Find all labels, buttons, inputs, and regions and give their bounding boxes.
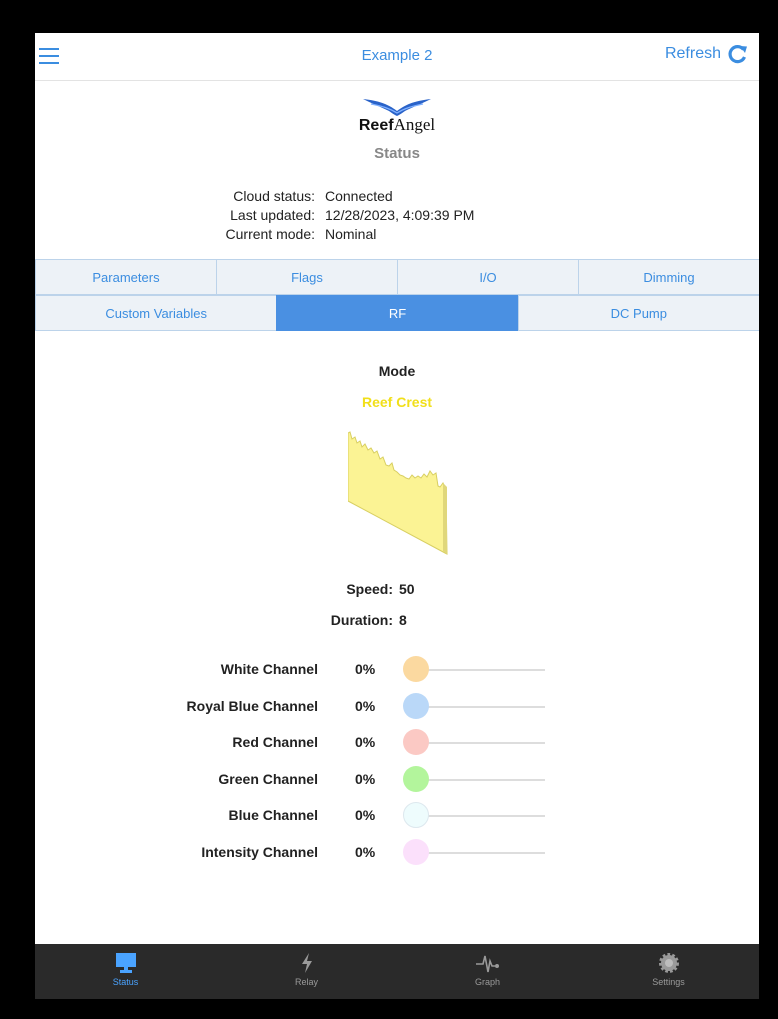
slider-track[interactable]	[413, 778, 545, 781]
bottom-nav: Status Relay Graph Settings	[35, 944, 759, 999]
pulse-icon	[475, 955, 499, 973]
top-bar: Example 2 Refresh	[35, 33, 759, 81]
logo-text-bold: Reef	[358, 117, 394, 134]
slider-knob[interactable]	[403, 765, 429, 792]
reef-angel-logo: ReefAngel	[35, 97, 759, 135]
info-value: Connected	[325, 188, 393, 204]
slider-track[interactable]	[413, 851, 545, 854]
duration-label: Duration:	[330, 612, 393, 628]
slider-track[interactable]	[413, 705, 545, 708]
info-panel: Cloud status: Connected Last updated: 12…	[35, 188, 759, 245]
channel-row-intensity: Intensity Channel 0%	[35, 838, 759, 875]
channel-name: Royal Blue Channel	[186, 697, 318, 714]
nav-label: Settings	[652, 977, 685, 987]
info-row: Current mode: Nominal	[35, 226, 759, 245]
channel-value: 0%	[355, 734, 376, 751]
reef-crest-wave-icon	[348, 431, 448, 555]
channel-row-red: Red Channel 0%	[35, 728, 759, 765]
channel-name: Blue Channel	[228, 807, 318, 824]
gear-icon	[658, 953, 679, 973]
channel-value: 0%	[355, 770, 376, 787]
tab-io[interactable]: I/O	[397, 259, 579, 295]
channel-name: Red Channel	[232, 734, 318, 751]
slider-track[interactable]	[413, 669, 545, 671]
nav-status[interactable]: Status	[35, 944, 216, 999]
nav-label: Status	[112, 977, 139, 987]
info-key: Current mode:	[225, 226, 315, 242]
slider-knob[interactable]	[403, 838, 429, 865]
nav-label: Graph	[474, 977, 500, 987]
refresh-label: Refresh	[664, 45, 721, 62]
nav-label: Relay	[294, 977, 318, 987]
slider-knob[interactable]	[403, 729, 429, 756]
tab-flags[interactable]: Flags	[216, 259, 398, 295]
info-key: Cloud status:	[233, 188, 315, 204]
channel-list: White Channel 0% Royal Blue Channel 0% R…	[35, 655, 759, 875]
speed-label: Speed:	[346, 581, 393, 597]
channel-value: 0%	[355, 807, 376, 824]
tab-parameters[interactable]: Parameters	[35, 259, 217, 295]
nav-graph[interactable]: Graph	[397, 944, 578, 999]
channel-name: Intensity Channel	[201, 843, 318, 860]
logo-text-regular: Angel	[393, 115, 436, 134]
channel-value: 0%	[355, 843, 376, 860]
refresh-button[interactable]: Refresh	[665, 43, 749, 65]
lightning-icon	[301, 953, 312, 973]
speed-row: Speed: 50	[35, 581, 759, 597]
app-frame: Example 2 Refresh ReefAngel Status Cloud…	[35, 33, 759, 999]
channel-row-white: White Channel 0%	[35, 655, 759, 692]
slider-track[interactable]	[413, 742, 545, 745]
slider-knob[interactable]	[403, 802, 429, 829]
channel-row-royal-blue: Royal Blue Channel 0%	[35, 692, 759, 729]
nav-settings[interactable]: Settings	[578, 944, 759, 999]
channel-value: 0%	[355, 661, 376, 677]
status-heading: Status	[374, 145, 420, 162]
tab-custom-variables[interactable]: Custom Variables	[35, 295, 278, 331]
info-value: 12/28/2023, 4:09:39 PM	[325, 207, 475, 223]
slider-track[interactable]	[413, 815, 545, 818]
nav-relay[interactable]: Relay	[216, 944, 397, 999]
slider-knob[interactable]	[403, 656, 429, 682]
info-value: Nominal	[325, 226, 377, 242]
info-key: Last updated:	[230, 207, 315, 223]
duration-row: Duration: 8	[35, 612, 759, 628]
channel-value: 0%	[355, 697, 376, 714]
page-title: Example 2	[361, 47, 433, 64]
channel-row-blue: Blue Channel 0%	[35, 801, 759, 838]
channel-row-green: Green Channel 0%	[35, 765, 759, 802]
wings-icon	[363, 99, 431, 116]
speed-value: 50	[399, 581, 415, 597]
info-row: Cloud status: Connected	[35, 188, 759, 207]
channel-name: Green Channel	[218, 770, 318, 787]
mode-label: Mode	[378, 363, 416, 379]
tab-dc-pump[interactable]: DC Pump	[517, 295, 759, 331]
monitor-icon	[115, 953, 136, 973]
mode-value: Reef Crest	[361, 394, 433, 410]
tab-rf[interactable]: RF	[276, 295, 519, 331]
tabs-row-2: Custom Variables RF DC Pump	[35, 295, 759, 331]
logo-text: ReefAngel	[35, 115, 759, 135]
slider-knob[interactable]	[403, 692, 429, 719]
tab-dimming[interactable]: Dimming	[578, 259, 759, 295]
info-row: Last updated: 12/28/2023, 4:09:39 PM	[35, 207, 759, 226]
tabs-row-1: Parameters Flags I/O Dimming	[35, 259, 759, 295]
refresh-icon	[728, 45, 747, 64]
duration-value: 8	[399, 612, 407, 628]
channel-name: White Channel	[220, 661, 318, 677]
